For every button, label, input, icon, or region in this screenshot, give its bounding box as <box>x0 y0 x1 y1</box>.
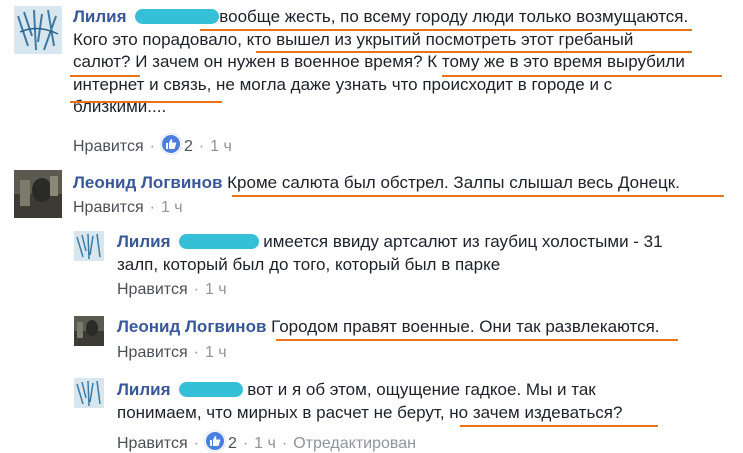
comment-line: имеется ввиду артсалют из гаубиц холосты… <box>263 232 663 251</box>
avatar[interactable] <box>74 231 104 261</box>
like-reaction-icon[interactable] <box>160 134 181 154</box>
comment-actions: Нравится · 1 ч <box>117 281 227 299</box>
separator-dot: · <box>281 435 288 452</box>
author-name[interactable]: Лилия <box>73 7 127 26</box>
reaction-count[interactable]: 2 <box>228 435 237 452</box>
avatar-image-icon <box>74 316 104 346</box>
comment-actions: Нравится · 2 · 1 ч · Отредактирован <box>117 431 416 453</box>
avatar-image-icon <box>74 378 104 408</box>
underline-mark <box>276 339 678 341</box>
separator-dot: · <box>198 138 205 155</box>
underline-mark <box>232 195 724 197</box>
edited-link[interactable]: Отредактирован <box>293 435 416 452</box>
avatar-image-icon <box>74 231 104 261</box>
comment-text: Лилия имеется ввиду артсалют из гаубиц х… <box>117 231 663 276</box>
separator-dot: · <box>193 344 199 361</box>
timestamp[interactable]: 1 ч <box>254 435 276 452</box>
separator-dot: · <box>149 199 155 216</box>
author-name[interactable]: Лилия <box>117 232 171 251</box>
like-button[interactable]: Нравится <box>73 199 144 216</box>
author-name[interactable]: Лилия <box>117 380 171 399</box>
comment-line: интернет и связь, не могла даже узнать ч… <box>73 74 613 94</box>
like-button[interactable]: Нравится <box>117 435 188 452</box>
redaction-mark <box>135 9 220 24</box>
comment-line: Городом правят военные. Они так развлека… <box>271 317 660 336</box>
timestamp[interactable]: 1 ч <box>205 281 227 298</box>
comment-text: Леонид Логвинов Кроме салюта был обстрел… <box>73 172 680 195</box>
separator-dot: · <box>193 281 199 298</box>
like-button[interactable]: Нравится <box>73 138 144 155</box>
separator-dot: · <box>242 435 249 452</box>
underline-mark <box>442 75 722 77</box>
comment-line: салют? И зачем он нужен в военное время?… <box>73 52 685 71</box>
avatar-image-icon <box>14 170 62 218</box>
redaction-mark <box>179 382 244 397</box>
comment-actions: Нравится · 1 ч <box>117 344 227 362</box>
comment-line: вообще жесть, по всему городу люди тольк… <box>219 7 689 26</box>
avatar-image-icon <box>14 6 62 54</box>
comment-text: Леонид Логвинов Городом правят военные. … <box>117 316 660 339</box>
comment-actions: Нравится · 2 · 1 ч <box>73 134 232 156</box>
timestamp[interactable]: 1 ч <box>210 138 232 155</box>
underline-mark <box>70 75 140 77</box>
separator-dot: · <box>193 435 199 452</box>
underline-mark <box>256 51 692 53</box>
comment-text: Лилия вот и я об этом, ощущение гадкое. … <box>117 379 622 424</box>
avatar[interactable] <box>74 378 104 408</box>
comment-line: понимаем, что мирных в расчет не берут, … <box>117 402 623 422</box>
like-reaction-icon[interactable] <box>204 431 225 451</box>
avatar[interactable] <box>14 170 62 218</box>
avatar[interactable] <box>14 6 62 54</box>
underline-mark <box>460 425 658 427</box>
comment-line: Кого это порадовало, кто вышел из укрыти… <box>73 29 634 49</box>
comment-line: Кроме салюта был обстрел. Залпы слышал в… <box>227 173 680 192</box>
author-name[interactable]: Леонид Логвинов <box>73 173 222 192</box>
comment-actions: Нравится · 1 ч <box>73 199 183 217</box>
comment-line: вот и я об этом, ощущение гадкое. Мы и т… <box>247 380 596 399</box>
separator-dot: · <box>149 138 155 155</box>
avatar[interactable] <box>74 316 104 346</box>
author-name[interactable]: Леонид Логвинов <box>117 317 266 336</box>
redaction-mark <box>179 234 260 249</box>
comment-line: близкими.... <box>73 97 167 116</box>
like-button[interactable]: Нравится <box>117 281 188 298</box>
underline-mark <box>200 29 692 31</box>
like-button[interactable]: Нравится <box>117 344 188 361</box>
reaction-count[interactable]: 2 <box>184 138 193 155</box>
timestamp[interactable]: 1 ч <box>161 199 183 216</box>
timestamp[interactable]: 1 ч <box>205 344 227 361</box>
underline-mark <box>70 101 222 103</box>
comment-line: залп, который был до того, который был в… <box>117 254 501 274</box>
